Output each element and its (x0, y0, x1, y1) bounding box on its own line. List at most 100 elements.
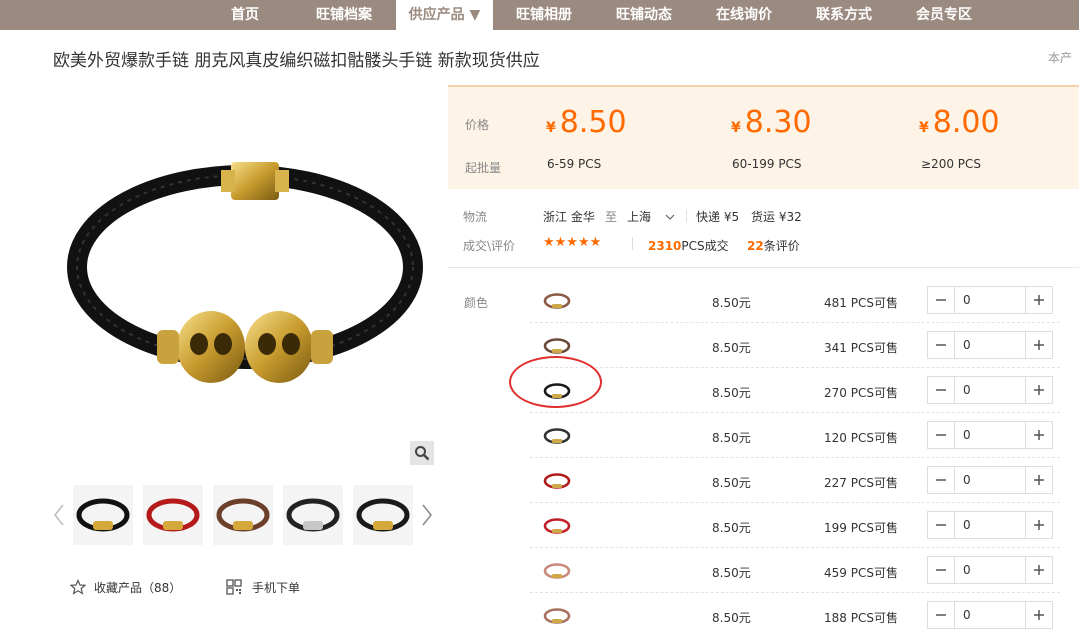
thumbnail-4[interactable] (283, 485, 343, 545)
sku-color-swatch[interactable] (542, 290, 572, 312)
sku-color-swatch[interactable] (542, 560, 572, 582)
moq-label: 起批量 (465, 161, 502, 175)
decrement-button[interactable] (928, 377, 955, 403)
price-value: 8.50 (559, 105, 627, 140)
increment-button[interactable] (1025, 602, 1052, 628)
zoom-button[interactable] (410, 441, 434, 465)
minus-icon (936, 434, 946, 436)
deals-link[interactable]: 2310PCS成交 (648, 237, 729, 254)
decrement-button[interactable] (928, 287, 955, 313)
sku-row: 8.50元 341 PCS可售 (530, 323, 1060, 368)
increment-button[interactable] (1025, 287, 1052, 313)
increment-button[interactable] (1025, 512, 1052, 538)
decrement-button[interactable] (928, 422, 955, 448)
increment-button[interactable] (1025, 467, 1052, 493)
increment-button[interactable] (1025, 332, 1052, 358)
sku-price: 8.50元 (712, 341, 751, 355)
thumb-prev-button[interactable] (52, 503, 66, 527)
sku-color-swatch[interactable] (542, 515, 572, 537)
sku-stock: 459 PCS可售 (824, 566, 898, 580)
express-fee: 快递 ¥5 (696, 210, 740, 224)
bracelet-thumb-icon (543, 608, 571, 624)
mobile-order-button[interactable]: 手机下单 (226, 577, 300, 597)
chevron-left-icon (54, 504, 64, 526)
page: 首页 旺铺档案 供应产品 ▼ 旺铺相册 旺铺动态 在线询价 联系方式 会员专区 … (0, 0, 1079, 629)
nav-products[interactable]: 供应产品 ▼ (396, 0, 493, 30)
nav-home[interactable]: 首页 (205, 0, 285, 30)
sku-stock: 341 PCS可售 (824, 341, 898, 355)
sku-color-swatch[interactable] (542, 335, 572, 357)
quantity-stepper (927, 556, 1053, 584)
quantity-stepper (927, 466, 1053, 494)
decrement-button[interactable] (928, 602, 955, 628)
nav-profile[interactable]: 旺铺档案 (300, 0, 388, 30)
minus-icon (936, 344, 946, 346)
sku-color-swatch[interactable] (542, 470, 572, 492)
top-nav: 首页 旺铺档案 供应产品 ▼ 旺铺相册 旺铺动态 在线询价 联系方式 会员专区 (0, 0, 1079, 30)
increment-button[interactable] (1025, 377, 1052, 403)
sku-color-swatch[interactable] (542, 425, 572, 447)
sku-stock: 188 PCS可售 (824, 611, 898, 625)
nav-news[interactable]: 旺铺动态 (601, 0, 687, 30)
increment-button[interactable] (1025, 557, 1052, 583)
thumbnail-3[interactable] (213, 485, 273, 545)
minus-icon (936, 524, 946, 526)
quantity-input[interactable] (955, 377, 1025, 403)
divider (632, 237, 633, 250)
plus-icon (1034, 475, 1044, 485)
minus-icon (936, 299, 946, 301)
logistics-label: 物流 (463, 210, 488, 224)
quantity-input[interactable] (955, 422, 1025, 448)
plus-icon (1034, 340, 1044, 350)
plus-icon (1034, 565, 1044, 575)
decrement-button[interactable] (928, 467, 955, 493)
main-product-image[interactable] (53, 92, 438, 467)
favorite-button[interactable]: 收藏产品（88） (70, 577, 181, 597)
reviews-link[interactable]: 22条评价 (747, 237, 800, 254)
sku-color-swatch[interactable] (542, 605, 572, 627)
sku-row: 8.50元 459 PCS可售 (530, 548, 1060, 593)
thumbnail-1[interactable] (73, 485, 133, 545)
plus-icon (1034, 295, 1044, 305)
bracelet-thumb-icon (543, 518, 571, 534)
currency-symbol: ¥ (919, 120, 929, 136)
divider (686, 210, 687, 222)
quantity-input[interactable] (955, 332, 1025, 358)
quantity-input[interactable] (955, 602, 1025, 628)
decrement-button[interactable] (928, 512, 955, 538)
nav-inquiry[interactable]: 在线询价 (701, 0, 787, 30)
price-value: 8.30 (744, 105, 812, 140)
bracelet-thumb-icon (543, 473, 571, 489)
qr-code-icon (226, 579, 242, 595)
review-count: 22 (747, 239, 764, 253)
thumb-bracelet-brown-gold (216, 498, 270, 532)
price-label: 价格 (465, 118, 490, 132)
sku-row: 8.50元 199 PCS可售 (530, 503, 1060, 548)
sku-stock: 227 PCS可售 (824, 476, 898, 490)
range-tier-3: ≥200 PCS (921, 157, 982, 171)
nav-contact[interactable]: 联系方式 (801, 0, 887, 30)
increment-button[interactable] (1025, 422, 1052, 448)
decrement-button[interactable] (928, 332, 955, 358)
sku-price: 8.50元 (712, 296, 751, 310)
quantity-input[interactable] (955, 557, 1025, 583)
mobile-order-label: 手机下单 (252, 580, 301, 595)
favorite-label: 收藏产品（88） (94, 580, 182, 595)
nav-members[interactable]: 会员专区 (901, 0, 987, 30)
destination-select[interactable]: 上海 (627, 208, 675, 225)
thumb-bracelet-black-silver (286, 498, 340, 532)
logistics-from: 浙江 金华 (543, 210, 595, 224)
thumbnail-5[interactable] (353, 485, 413, 545)
thumbnail-2[interactable] (143, 485, 203, 545)
sku-stock: 481 PCS可售 (824, 296, 898, 310)
nav-album[interactable]: 旺铺相册 (501, 0, 587, 30)
plus-icon (1034, 430, 1044, 440)
deals-count: 2310 (648, 239, 682, 253)
thumb-next-button[interactable] (420, 503, 434, 527)
quantity-stepper (927, 511, 1053, 539)
quantity-input[interactable] (955, 512, 1025, 538)
decrement-button[interactable] (928, 557, 955, 583)
bracelet-thumb-icon (543, 338, 571, 354)
quantity-input[interactable] (955, 287, 1025, 313)
quantity-input[interactable] (955, 467, 1025, 493)
